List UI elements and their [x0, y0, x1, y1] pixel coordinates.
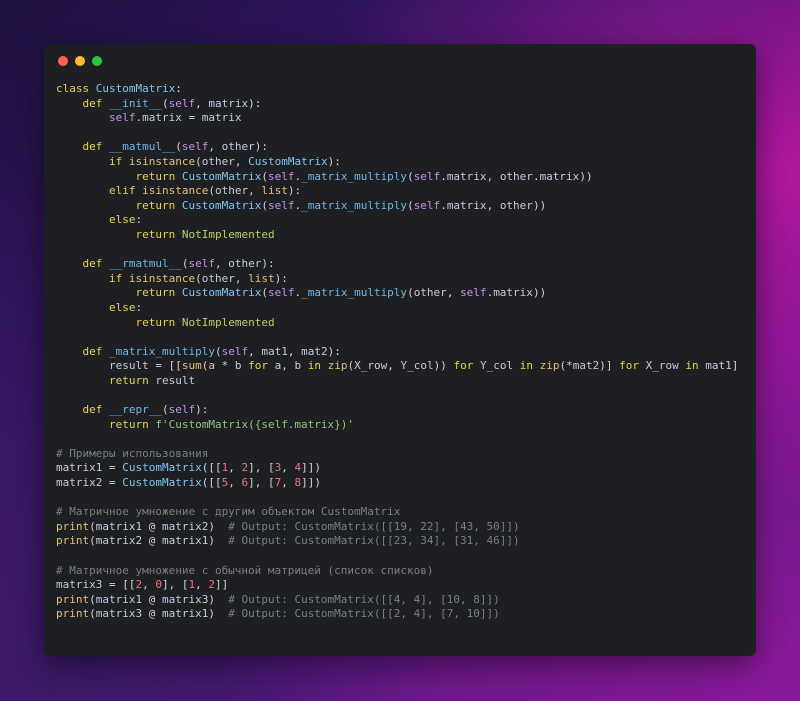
code-line: def __rmatmul__(self, other): — [82, 257, 275, 271]
code-line: return CustomMatrix(self._matrix_multipl… — [135, 169, 593, 183]
code-line: ​ — [56, 243, 738, 258]
code-line: def __matmul__(self, other): — [82, 140, 268, 154]
maximize-dot-icon[interactable] — [92, 56, 102, 66]
code-line: print(matrix1 @ matrix2) # Output: Custo… — [56, 519, 520, 533]
code-block: class CustomMatrix: def __init__(self, m… — [56, 82, 738, 622]
code-line: def _matrix_multiply(self, mat1, mat2): — [82, 344, 341, 358]
code-line: matrix2 = CustomMatrix([[5, 6], [7, 8]]) — [56, 476, 321, 490]
code-line: ​ — [56, 432, 738, 447]
code-line: elif isinstance(other, list): — [108, 184, 302, 198]
code-line: result = [[sum(a * b for a, b in zip(X_r… — [108, 359, 739, 373]
code-line: return CustomMatrix(self._matrix_multipl… — [135, 198, 547, 212]
code-line: matrix3 = [[2, 0], [1, 2]] — [56, 578, 229, 592]
code-line: ​ — [56, 491, 738, 506]
code-line: print(matrix1 @ matrix3) # Output: Custo… — [56, 592, 500, 606]
code-line: return NotImplemented — [135, 315, 275, 329]
close-dot-icon[interactable] — [58, 56, 68, 66]
code-line: class CustomMatrix: — [56, 82, 182, 95]
code-line: print(matrix2 @ matrix1) # Output: Custo… — [56, 534, 520, 548]
code-line: # Примеры использования — [56, 446, 209, 460]
code-window: class CustomMatrix: def __init__(self, m… — [44, 44, 756, 656]
window-controls — [58, 56, 102, 66]
code-line: else: — [108, 300, 143, 314]
code-line: if isinstance(other, CustomMatrix): — [108, 154, 341, 168]
code-line: print(matrix3 @ matrix1) # Output: Custo… — [56, 607, 500, 621]
code-line: # Матричное умножение с другим объектом … — [56, 505, 401, 519]
minimize-dot-icon[interactable] — [75, 56, 85, 66]
code-line: return CustomMatrix(self._matrix_multipl… — [135, 286, 547, 300]
code-line: if isinstance(other, list): — [108, 271, 288, 285]
code-line: ​ — [56, 330, 738, 345]
code-line: return f'CustomMatrix({self.matrix})' — [108, 417, 355, 431]
code-line: else: — [108, 213, 143, 227]
code-line: self.matrix = matrix — [108, 111, 242, 125]
code-line: # Матричное умножение с обычной матрицей… — [56, 563, 434, 577]
code-line: matrix1 = CustomMatrix([[1, 2], [3, 4]]) — [56, 461, 321, 475]
code-line: ​ — [56, 388, 738, 403]
code-line: return result — [108, 373, 196, 387]
code-line: ​ — [56, 126, 738, 141]
code-line: ​ — [56, 549, 738, 564]
code-line: def __repr__(self): — [82, 403, 209, 417]
code-line: def __init__(self, matrix): — [82, 96, 262, 110]
code-line: return NotImplemented — [135, 227, 275, 241]
